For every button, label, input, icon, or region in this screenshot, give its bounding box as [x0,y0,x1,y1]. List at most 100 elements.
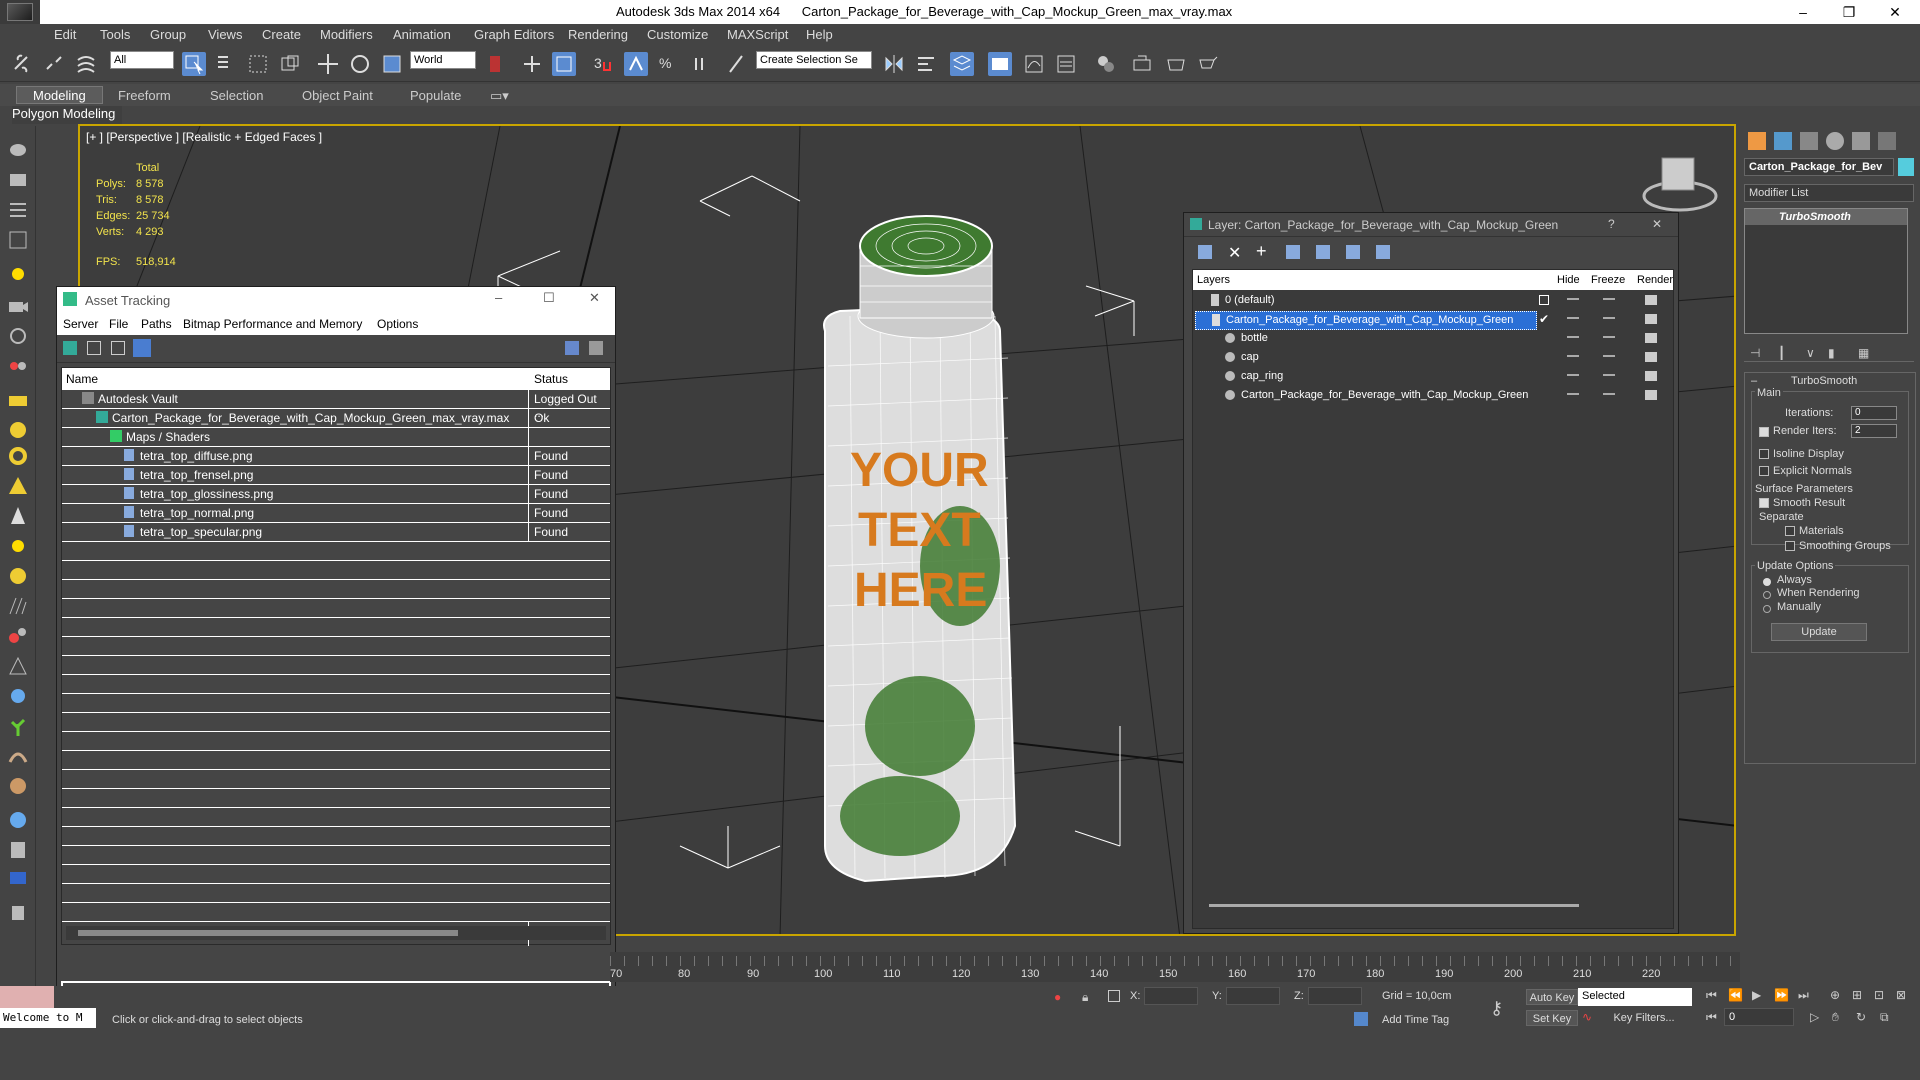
table-row[interactable]: Maps / Shaders [62,428,610,447]
utilities-tab-icon[interactable] [1878,132,1896,150]
motion-tab-icon[interactable] [1826,132,1844,150]
zoom-all-icon[interactable]: ⊞ [1852,988,1862,1002]
key-mode-icon[interactable]: ⏮ [1706,1010,1717,1025]
render-iters-checkbox[interactable] [1759,427,1769,437]
column-freeze[interactable]: Freeze [1591,274,1625,286]
window-crossing-icon[interactable] [278,52,302,76]
freeze-toggle[interactable] [1603,298,1615,300]
layer-row[interactable]: cap_ring [1193,368,1665,387]
sphere-icon[interactable] [6,418,30,442]
x-field[interactable] [1144,987,1198,1005]
hide-toggle[interactable] [1567,374,1579,376]
column-hide[interactable]: Hide [1557,274,1580,286]
settings-icon[interactable] [589,341,603,355]
configure-sets-icon[interactable]: ▦ [1858,346,1869,360]
table-row[interactable]: Carton_Package_for_Beverage_with_Cap_Moc… [62,409,610,428]
timeline[interactable]: 70 80 90 100 110 120 130 140 150 160 170… [610,952,1740,982]
z-field[interactable] [1308,987,1362,1005]
layer-row[interactable]: 0 (default) [1193,292,1665,311]
globe-icon[interactable] [6,808,30,832]
unique-icon[interactable]: ∨ [1806,346,1815,360]
smoothing-groups-checkbox[interactable] [1785,541,1795,551]
table-icon[interactable] [111,341,125,355]
asset-title-bar[interactable]: Asset Tracking – ☐ ✕ [57,287,615,313]
minimize-button[interactable]: – [495,290,502,305]
maximize-button[interactable]: ❐ [1826,0,1872,24]
minimize-button[interactable]: – [1780,0,1826,24]
select-object-icon[interactable] [182,52,206,76]
update-button[interactable]: Update [1771,623,1867,641]
light-bulb-icon[interactable] [6,264,30,288]
help-button[interactable]: ? [1608,217,1615,231]
close-button[interactable]: ✕ [1872,0,1918,24]
menu-server[interactable]: Server [63,317,98,331]
zoom-extents-all-icon[interactable]: ⊠ [1896,988,1906,1002]
scrollbar-thumb[interactable] [78,930,458,936]
sun-icon[interactable] [6,534,30,558]
menu-customize[interactable]: Customize [647,27,708,42]
render-setup-icon[interactable] [1130,52,1154,76]
explicit-normals-checkbox[interactable] [1759,466,1769,476]
play-icon[interactable]: ▶ [1752,988,1761,1002]
schematic-view-icon[interactable] [1054,52,1078,76]
maxscript-mini-listener[interactable]: Welcome to M [0,1008,96,1028]
teapot-icon[interactable] [6,136,30,160]
column-name[interactable]: Name [66,372,98,386]
select-objects-icon[interactable] [1286,245,1300,259]
hide-toggle[interactable] [1567,355,1579,357]
manually-radio[interactable] [1763,605,1771,613]
layer-row[interactable]: cap [1193,349,1665,368]
plant-icon[interactable] [6,716,30,740]
menu-graph-editors[interactable]: Graph Editors [474,27,554,42]
pyramid-icon[interactable] [6,474,30,498]
list-icon[interactable] [87,341,101,355]
grid-icon[interactable] [6,198,30,222]
maximize-button[interactable]: ☐ [543,290,555,306]
when-rendering-radio[interactable] [1763,591,1771,599]
menu-bitmap-performance[interactable]: Bitmap Performance and Memory [183,317,362,331]
menu-maxscript[interactable]: MAXScript [727,27,788,42]
plane-icon[interactable] [6,388,30,412]
layer-title-bar[interactable]: Layer: Carton_Package_for_Beverage_with_… [1184,213,1678,237]
zoom-icon[interactable]: ⊕ [1830,988,1840,1002]
pivot-icon[interactable] [484,52,508,76]
render-toggle-icon[interactable] [1645,390,1657,400]
freeze-toggle[interactable] [1603,317,1615,319]
menu-animation[interactable]: Animation [393,27,451,42]
freeze-toggle[interactable] [1603,355,1615,357]
link-icon[interactable] [10,52,34,76]
curve-editor-icon[interactable] [1022,52,1046,76]
box-icon[interactable] [6,168,30,192]
layer-row[interactable]: bottle [1193,330,1665,349]
go-to-end-icon[interactable]: ⏭ [1798,988,1809,1003]
previous-frame-icon[interactable]: ⏪ [1728,988,1743,1002]
lock-icon[interactable]: ● [1054,990,1061,1004]
menu-rendering[interactable]: Rendering [568,27,628,42]
panel-icon[interactable] [6,228,30,252]
materials-checkbox[interactable] [1785,526,1795,536]
go-to-start-icon[interactable]: ⏮ [1706,988,1717,1003]
layer-row-selected[interactable]: Carton_Package_for_Beverage_with_Cap_Moc… [1195,311,1537,330]
auto-key-button[interactable]: Auto Key [1526,989,1578,1005]
show-end-icon[interactable]: ┃ [1778,346,1785,360]
freeze-toggle[interactable] [1603,374,1615,376]
table-row[interactable]: tetra_top_diffuse.png Found [62,447,610,466]
render-toggle-icon[interactable] [1645,371,1657,381]
tab-object-paint[interactable]: Object Paint [302,88,373,103]
hide-toggle[interactable] [1567,298,1579,300]
hierarchy-tab-icon[interactable] [1800,132,1818,150]
tab-selection[interactable]: Selection [210,88,263,103]
table-row[interactable]: tetra_top_normal.png Found [62,504,610,523]
smooth-result-checkbox[interactable] [1759,498,1769,508]
cloth-icon[interactable] [6,774,30,798]
maxscript-listener-pink[interactable] [0,986,54,1008]
clipboard-icon[interactable] [6,838,30,862]
horizontal-scrollbar[interactable] [1209,904,1579,907]
tab-freeform[interactable]: Freeform [118,88,171,103]
render-toggle-icon[interactable] [1645,295,1657,305]
bind-spacewarp-icon[interactable] [74,52,98,76]
grid-view-icon[interactable] [133,339,151,357]
zoom-extents-icon[interactable]: ⊡ [1874,988,1884,1002]
delete-layer-icon[interactable]: ✕ [1228,243,1241,263]
selection-filter-dropdown[interactable]: All [110,51,174,69]
